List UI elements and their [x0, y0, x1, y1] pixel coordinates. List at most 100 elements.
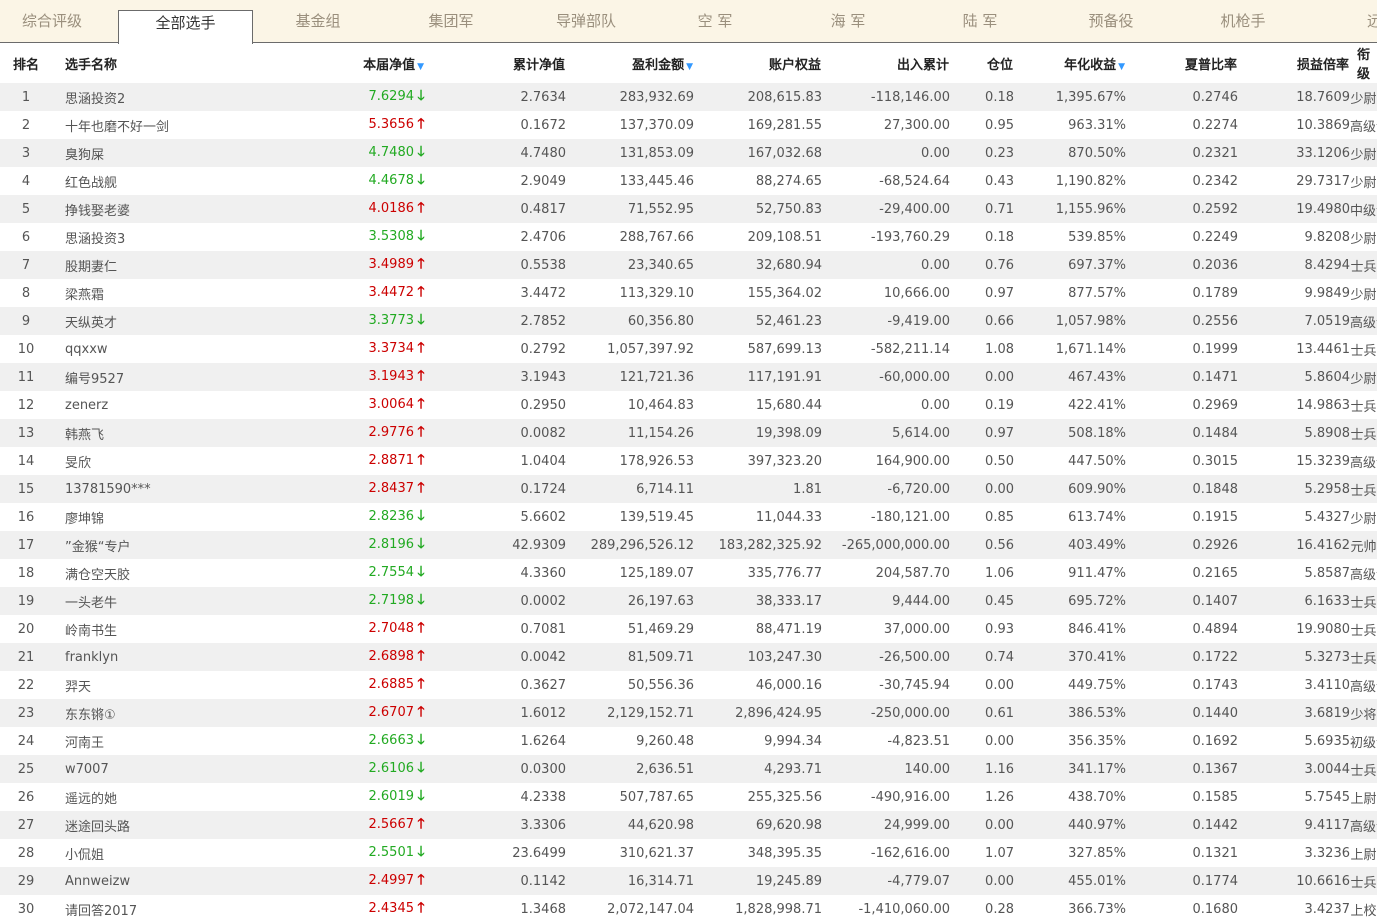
- table-row[interactable]: 6 思涵投资3 3.5308 🡓 2.4706 288,767.66 209,108.51-…: [0, 223, 1377, 251]
- table-row[interactable]: 25 w7007 2.6106 🡓 0.0300 2,636.51 4,293.71 140.…: [0, 755, 1377, 783]
- table-row[interactable]: 18 满仓空天胶 2.7554 🡓 4.3360 125,189.07 335,776.77…: [0, 559, 1377, 587]
- table-row[interactable]: 30 请回答2017 2.4345 🡑 1.3468 2,072,147.04 1,828,…: [0, 895, 1377, 923]
- cell-name[interactable]: 股期妻仁: [52, 251, 230, 279]
- cell-name[interactable]: 河南王: [52, 727, 230, 755]
- table-row[interactable]: 3 臭狗屎 4.7480 🡓 4.7480 131,853.09 167,032.68 0.0…: [0, 139, 1377, 167]
- cell-name[interactable]: 一头老牛: [52, 587, 230, 615]
- tab-6[interactable]: 海 军: [803, 0, 893, 42]
- table-row[interactable]: 8 梁燕霜 3.4472 🡑 3.4472 113,329.10 155,364.02 10,…: [0, 279, 1377, 307]
- table-row[interactable]: 29 Annweizw 2.4997 🡑 0.1142 16,314.71 19,245.8…: [0, 867, 1377, 895]
- col-pl-ratio[interactable]: 损益倍率: [1238, 43, 1350, 83]
- cell-name[interactable]: 思涵投资2: [52, 83, 230, 111]
- cell-name[interactable]: 东东锵①: [52, 699, 230, 727]
- cell-title: 士兵: [1350, 259, 1377, 275]
- cell-pl-ratio: 13.4461: [1296, 341, 1350, 357]
- cell-name[interactable]: 羿天: [52, 671, 230, 699]
- cell-rank: 4: [21, 173, 31, 189]
- table-row[interactable]: 5 挣钱娶老婆 4.0186 🡑 0.4817 71,552.95 52,750.83 -29…: [0, 195, 1377, 223]
- arrow-up-icon: 🡑: [417, 620, 425, 636]
- table-row[interactable]: 19 一头老牛 2.7198 🡓 0.0002 26,197.63 38,333.17 9,4…: [0, 587, 1377, 615]
- cell-flow: -26,500.00: [879, 649, 950, 665]
- table-row[interactable]: 12 zenerz 3.0064 🡑 0.2950 10,464.83 15,680.44 0…: [0, 391, 1377, 419]
- tab-5[interactable]: 空 军: [670, 0, 760, 42]
- cell-name[interactable]: 廖坤锦: [52, 503, 230, 531]
- cell-name[interactable]: 梁燕霜: [52, 279, 230, 307]
- cell-profit: 139,519.45: [619, 509, 694, 525]
- table-row[interactable]: 10 qqxxw 3.3734 🡑 0.2792 1,057,397.92 587,699.…: [0, 335, 1377, 363]
- cell-profit: 125,189.07: [619, 565, 694, 581]
- tab-1[interactable]: 全部选手: [118, 10, 253, 44]
- cell-name[interactable]: 13781590***: [52, 475, 230, 503]
- tab-10[interactable]: 远程: [1352, 0, 1377, 42]
- cell-name[interactable]: 满仓空天胶: [52, 559, 230, 587]
- col-annual[interactable]: 年化收益 ▼: [1014, 43, 1126, 83]
- cell-name[interactable]: 岭南书生: [52, 615, 230, 643]
- table-row[interactable]: 27 迷途回头路 2.5667 🡑 3.3306 44,620.98 69,620.98 24…: [0, 811, 1377, 839]
- table-row[interactable]: 14 旻欣 2.8871 🡑 1.0404 178,926.53 397,323.20 164…: [0, 447, 1377, 475]
- col-flow[interactable]: 出入累计: [822, 43, 950, 83]
- col-title[interactable]: 衔级: [1350, 43, 1377, 83]
- tab-2[interactable]: 基金组: [272, 0, 364, 42]
- cell-name[interactable]: qqxxw: [52, 335, 230, 363]
- col-name[interactable]: 选手名称: [52, 43, 230, 83]
- tab-0[interactable]: 综合评级: [18, 0, 86, 42]
- table-row[interactable]: 28 小侃姐 2.5501 🡓 23.6499 310,621.37 348,395.35-…: [0, 839, 1377, 867]
- cell-name[interactable]: 旻欣: [52, 447, 230, 475]
- col-sharpe[interactable]: 夏普比率: [1126, 43, 1238, 83]
- table-row[interactable]: 15 13781590*** 2.8437 🡑 0.1724 6,714.11 1.81 -6…: [0, 475, 1377, 503]
- table-row[interactable]: 4 红色战舰 4.4678 🡓 2.9049 133,445.46 88,274.65 -68…: [0, 167, 1377, 195]
- cell-name[interactable]: 韩燕飞: [52, 419, 230, 447]
- col-nav[interactable]: 本届净值 ▼: [230, 43, 452, 83]
- table-row[interactable]: 13 韩燕飞 2.9776 🡑 0.0082 11,154.26 19,398.09 5,61…: [0, 419, 1377, 447]
- cell-name[interactable]: ”金猴“专户: [52, 531, 230, 559]
- table-row[interactable]: 26 遥远的她 2.6019 🡓 4.2338 507,787.65 255,325.56-…: [0, 783, 1377, 811]
- table-row[interactable]: 11 编号9527 3.1943 🡑 3.1943 121,721.36 117,191.9…: [0, 363, 1377, 391]
- cell-sharpe: 0.1440: [1192, 705, 1239, 721]
- cell-annual: 1,057.98%: [1055, 313, 1126, 329]
- cell-flow: -30,745.94: [879, 677, 950, 693]
- tab-7[interactable]: 陆 军: [935, 0, 1025, 42]
- tab-4[interactable]: 导弹部队: [536, 0, 636, 42]
- cell-name[interactable]: 挣钱娶老婆: [52, 195, 230, 223]
- cell-name[interactable]: 思涵投资3: [52, 223, 230, 251]
- table-row[interactable]: 22 羿天 2.6885 🡑 0.3627 50,556.36 46,000.16 -30,7…: [0, 671, 1377, 699]
- col-position[interactable]: 仓位: [950, 43, 1014, 83]
- cell-name[interactable]: 迷途回头路: [52, 811, 230, 839]
- cell-name[interactable]: Annweizw: [52, 867, 230, 895]
- tab-8[interactable]: 预备役: [1066, 0, 1156, 42]
- table-row[interactable]: 17 ”金猴“专户 2.8196 🡓 42.9309 289,296,526.12 183,…: [0, 531, 1377, 559]
- table-row[interactable]: 7 股期妻仁 3.4989 🡑 0.5538 23,340.65 32,680.94 0.00…: [0, 251, 1377, 279]
- table-row[interactable]: 24 河南王 2.6663 🡓 1.6264 9,260.48 9,994.34 -4,823…: [0, 727, 1377, 755]
- cell-name[interactable]: 遥远的她: [52, 783, 230, 811]
- cell-name[interactable]: 请回答2017: [52, 895, 230, 923]
- cell-name[interactable]: 小侃姐: [52, 839, 230, 867]
- tab-9[interactable]: 机枪手: [1198, 0, 1288, 42]
- table-row[interactable]: 9 天纵英才 3.3773 🡓 2.7852 60,356.80 52,461.23 -9,4…: [0, 307, 1377, 335]
- cell-name[interactable]: w7007: [52, 755, 230, 783]
- tab-3[interactable]: 集团军: [405, 0, 497, 42]
- table-row[interactable]: 1 思涵投资2 7.6294 🡓 2.7634 283,932.69 208,615.83-…: [0, 83, 1377, 111]
- sort-desc-icon[interactable]: ▼: [1118, 62, 1125, 72]
- cell-name[interactable]: 十年也磨不好一剑: [52, 111, 230, 139]
- cell-name[interactable]: 红色战舰: [52, 167, 230, 195]
- sort-desc-icon[interactable]: ▼: [686, 62, 693, 72]
- cell-name[interactable]: zenerz: [52, 391, 230, 419]
- col-equity[interactable]: 账户权益: [694, 43, 822, 83]
- cell-rank: 9: [21, 313, 31, 329]
- cell-profit: 1,057,397.92: [607, 341, 694, 357]
- table-row[interactable]: 16 廖坤锦 2.8236 🡓 5.6602 139,519.45 11,044.33 -18…: [0, 503, 1377, 531]
- sort-desc-icon[interactable]: ▼: [417, 62, 424, 72]
- cell-name[interactable]: franklyn: [52, 643, 230, 671]
- cell-sharpe: 0.2969: [1192, 397, 1239, 413]
- cell-name[interactable]: 编号9527: [52, 363, 230, 391]
- cell-name[interactable]: 臭狗屎: [52, 139, 230, 167]
- col-profit[interactable]: 盈利金额 ▼: [566, 43, 694, 83]
- table-row[interactable]: 2 十年也磨不好一剑 5.3656 🡑 0.1672 137,370.09 169,281.…: [0, 111, 1377, 139]
- cell-name[interactable]: 天纵英才: [52, 307, 230, 335]
- col-rank[interactable]: 排名: [0, 43, 52, 83]
- table-row[interactable]: 23 东东锵① 2.6707 🡑 1.6012 2,129,152.71 2,896,424…: [0, 699, 1377, 727]
- table-row[interactable]: 21 franklyn 2.6898 🡑 0.0042 81,509.71 103,247.…: [0, 643, 1377, 671]
- col-cum[interactable]: 累计净值: [452, 43, 566, 83]
- nav-value: 2.4997: [368, 873, 415, 888]
- table-row[interactable]: 20 岭南书生 2.7048 🡑 0.7081 51,469.29 88,471.19 37,…: [0, 615, 1377, 643]
